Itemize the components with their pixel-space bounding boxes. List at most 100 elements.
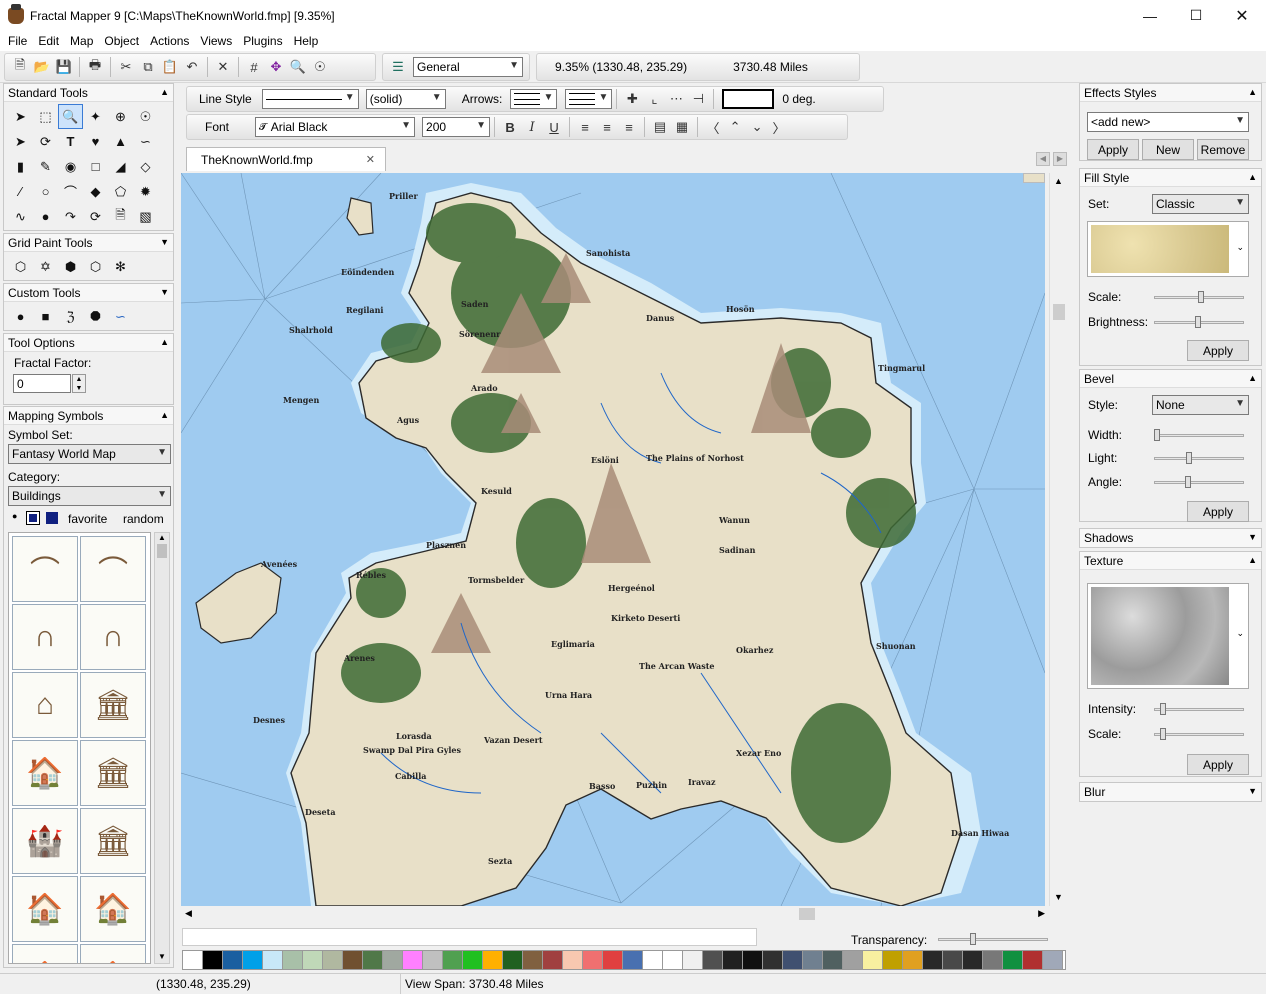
pencil-icon[interactable]: ✎ [33,154,58,179]
map-label[interactable]: Basso [589,781,615,791]
color-swatch[interactable] [503,951,523,969]
map-label[interactable]: Iravaz [688,777,716,787]
color-swatch[interactable] [643,951,663,969]
color-swatch[interactable] [743,951,763,969]
pointer-plus-icon[interactable]: ➤ [8,129,33,154]
collapse-icon[interactable]: ▲ [1248,555,1257,565]
node-icon[interactable]: ☉ [133,104,158,129]
line-icon[interactable]: ∕ [8,179,33,204]
bevel-width-slider[interactable] [1154,428,1244,442]
underline-icon[interactable]: U [544,117,564,137]
color-swatch[interactable] [263,951,283,969]
fill-set-select[interactable]: Classic ▼ [1152,194,1249,214]
map-canvas[interactable]: Priller Sanohista Eöindenden Regilani Saden S… [181,173,1045,906]
color-swatch[interactable] [463,951,483,969]
nudge-right-icon[interactable]: 〉 [769,117,789,137]
fill-scale-slider[interactable] [1154,290,1244,304]
diamond-icon[interactable]: ◇ [133,154,158,179]
color-swatch[interactable] [303,951,323,969]
text-frame-icon[interactable]: ▦ [672,117,692,137]
map-label[interactable]: Kirketo Deserti [611,613,680,623]
grid-icon[interactable]: # [244,57,264,77]
effects-style-select[interactable]: <add new> ▼ [1087,112,1249,132]
color-swatch[interactable] [523,951,543,969]
fill-brightness-slider[interactable] [1154,315,1244,329]
map-label[interactable]: Arenes [344,653,375,663]
text-path-icon[interactable]: ▤ [650,117,670,137]
collapse-icon[interactable]: ▲ [1248,172,1257,182]
texture-apply-button[interactable]: Apply [1187,754,1249,775]
color-swatch[interactable] [1043,951,1063,969]
color-swatch[interactable] [283,951,303,969]
symbol-thumbnail[interactable]: 🏛 [80,808,146,874]
hex-cluster-icon[interactable]: ✻ [108,254,133,279]
color-swatch[interactable] [603,951,623,969]
symbol-thumbnail[interactable]: ∩ [80,604,146,670]
color-swatch[interactable] [443,951,463,969]
circle-icon[interactable]: ○ [33,179,58,204]
fill-preview[interactable]: ⌄ [1087,221,1249,277]
map-label[interactable]: Rébles [356,570,386,580]
color-swatch[interactable] [243,951,263,969]
map-label[interactable]: Eglimaria [551,639,595,649]
collapse-icon[interactable]: ▲ [160,410,169,420]
color-swatch[interactable] [843,951,863,969]
transparency-slider[interactable] [938,932,1048,946]
color-swatch[interactable] [803,951,823,969]
symbol-thumbnail[interactable]: ⌂ [12,672,78,738]
symbol-thumbnail[interactable]: 🏠 [12,876,78,942]
chevron-down-icon[interactable]: ⌄ [1236,628,1244,639]
color-swatch[interactable] [723,951,743,969]
map-label[interactable]: Deseta [305,807,336,817]
category-select[interactable]: Buildings ▼ [8,486,171,506]
color-square-outline-icon[interactable] [26,511,40,525]
arrow-end-select[interactable]: ▼ [565,89,613,109]
zoom-tool-icon[interactable]: 🔍 [58,104,83,129]
color-swatch[interactable] [403,951,423,969]
nudge-up-icon[interactable]: ⌃ [725,117,745,137]
symbol-scrollbar[interactable]: ▲ ▼ [154,532,170,964]
symbol-thumbnail[interactable]: 🏠 [12,740,78,806]
map-label[interactable]: Hergeénol [608,583,655,593]
map-label[interactable]: Avenées [261,559,297,569]
color-swatch[interactable] [663,951,683,969]
symbol-set-select[interactable]: Fantasy World Map ▼ [8,444,171,464]
octagon-icon[interactable]: ⯃ [83,304,108,329]
color-swatch[interactable] [923,951,943,969]
color-swatch[interactable] [203,951,223,969]
hex-fill-icon[interactable]: ⬢ [58,254,83,279]
texture-scale-slider[interactable] [1154,727,1244,741]
squiggle-icon[interactable]: ∿ [8,204,33,229]
color-swatch[interactable] [323,951,343,969]
color-swatch[interactable] [483,951,503,969]
map-label[interactable]: Vazan Desert [484,735,543,745]
map-label[interactable]: Tormsbelder [468,575,524,585]
symbol-thumbnail[interactable]: ⌒ [80,536,146,602]
stamp-icon[interactable]: ♥ [83,129,108,154]
cap-corner-icon[interactable]: ⌞ [644,89,664,109]
menu-object[interactable]: Object [100,34,143,48]
move-icon[interactable]: ✥ [266,57,286,77]
map-label[interactable]: The Arcan Waste [639,661,714,671]
map-label[interactable]: Sanohista [586,248,630,258]
nudge-left-icon[interactable]: 〈 [703,117,723,137]
expand-icon[interactable]: ▼ [1248,786,1257,796]
collapse-icon[interactable]: ▼ [160,237,169,247]
rectangle-icon[interactable]: □ [83,154,108,179]
rect-select-icon[interactable]: ⬚ [33,104,58,129]
rotate-icon[interactable]: ⟳ [33,129,58,154]
map-label[interactable]: Agus [397,415,419,425]
circle-fill-icon[interactable]: ● [8,304,33,329]
font-select[interactable]: 𝓣 Arial Black ▼ [255,117,416,137]
map-label[interactable]: Urna Hara [545,690,592,700]
refresh-icon[interactable]: ☉ [310,57,330,77]
fill-apply-button[interactable]: Apply [1187,340,1249,361]
bevel-light-slider[interactable] [1154,451,1244,465]
color-swatch[interactable] [423,951,443,969]
bevel-apply-button[interactable]: Apply [1187,501,1249,522]
map-label[interactable]: Regilani [346,305,383,315]
map-label[interactable]: Hosön [726,304,755,314]
chevron-down-icon[interactable]: ⌄ [1236,242,1244,253]
close-button[interactable]: ✕ [1219,0,1265,31]
hex-icon[interactable]: ⬡ [8,254,33,279]
